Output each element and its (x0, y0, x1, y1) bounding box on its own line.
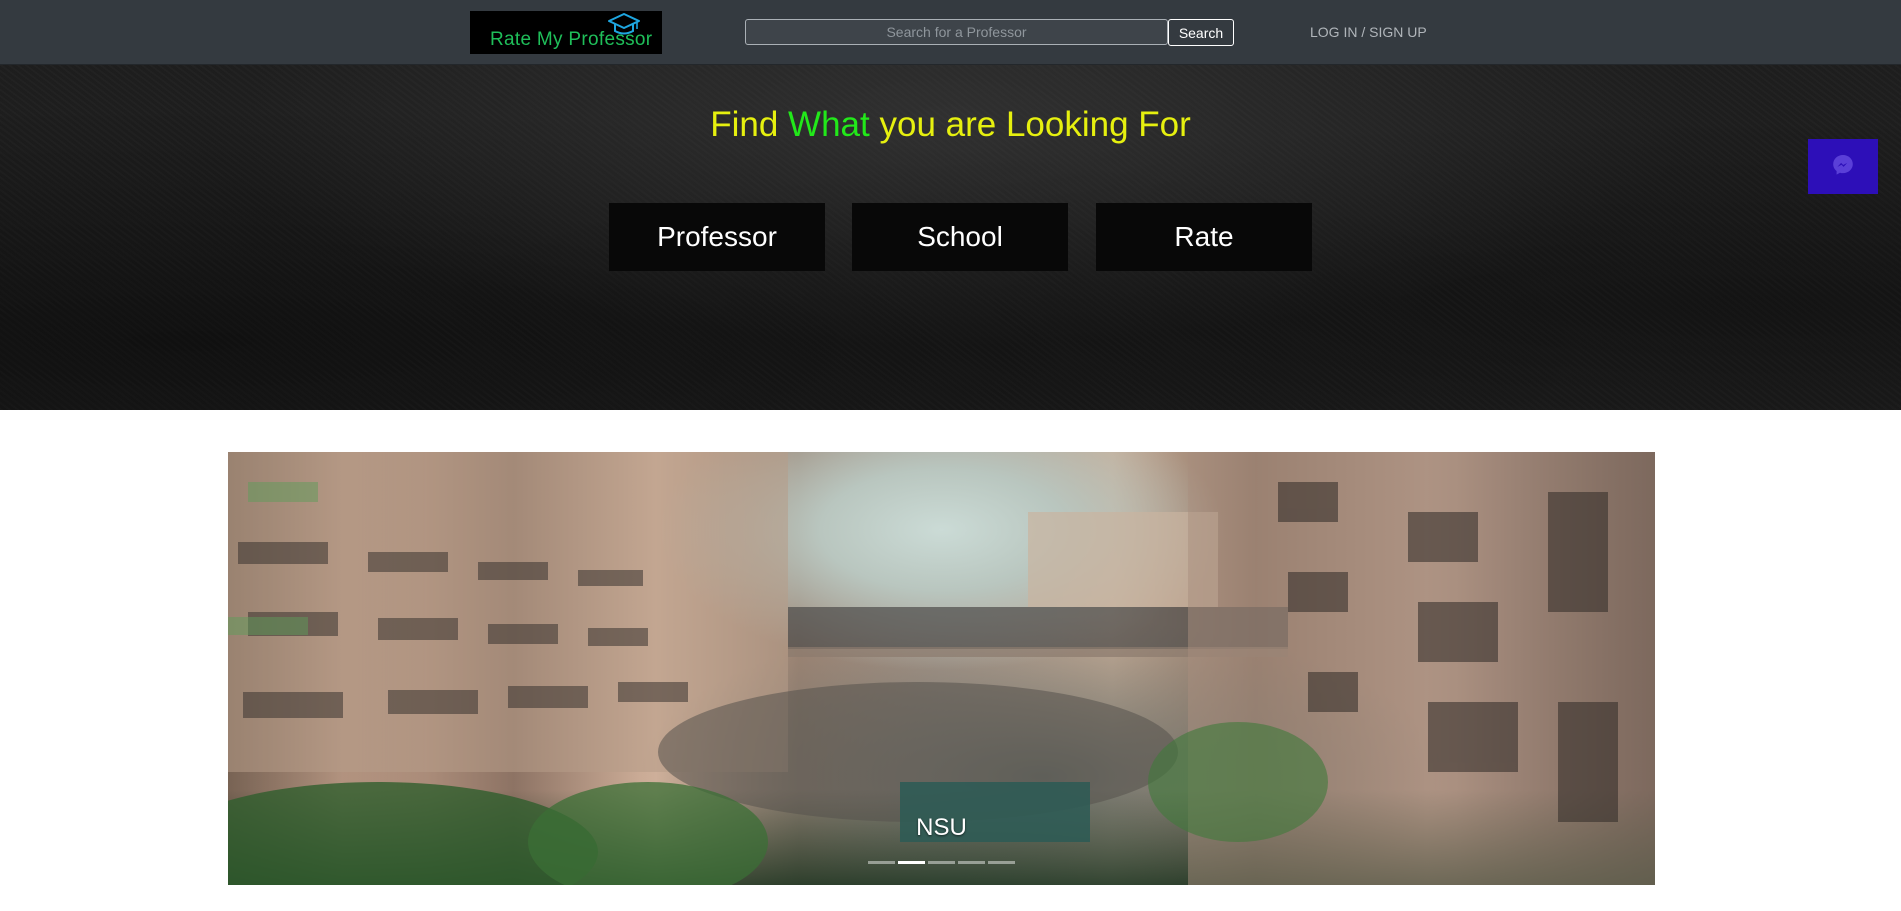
campus-carousel: NSU (228, 452, 1655, 885)
hero-heading: Find What you are Looking For (0, 105, 1901, 145)
carousel-indicator[interactable] (928, 861, 955, 864)
professor-search-input[interactable] (745, 19, 1168, 45)
rate-button[interactable]: Rate (1096, 203, 1312, 271)
graduation-cap-icon (608, 13, 640, 35)
carousel-indicator[interactable] (988, 861, 1015, 864)
messenger-icon (1833, 155, 1853, 175)
login-signup-link[interactable]: LOG IN / SIGN UP (1310, 24, 1427, 40)
search-button[interactable]: Search (1168, 19, 1234, 46)
carousel-indicator[interactable] (958, 861, 985, 864)
carousel-indicator-active[interactable] (898, 861, 925, 864)
carousel-indicator[interactable] (868, 861, 895, 864)
hero-heading-part1: Find (710, 105, 789, 144)
messenger-chat-button[interactable] (1808, 139, 1878, 194)
professor-button[interactable]: Professor (609, 203, 825, 271)
hero-section: Find What you are Looking For Professor … (0, 65, 1901, 410)
school-button[interactable]: School (852, 203, 1068, 271)
hero-heading-part2: you are Looking For (869, 105, 1191, 144)
site-logo[interactable]: Rate My Professor (470, 11, 662, 54)
carousel-caption: NSU (916, 814, 967, 841)
carousel-indicators (228, 859, 1655, 865)
navbar: Rate My Professor Search LOG IN / SIGN U… (0, 0, 1901, 65)
hero-heading-highlight: What (788, 105, 870, 144)
